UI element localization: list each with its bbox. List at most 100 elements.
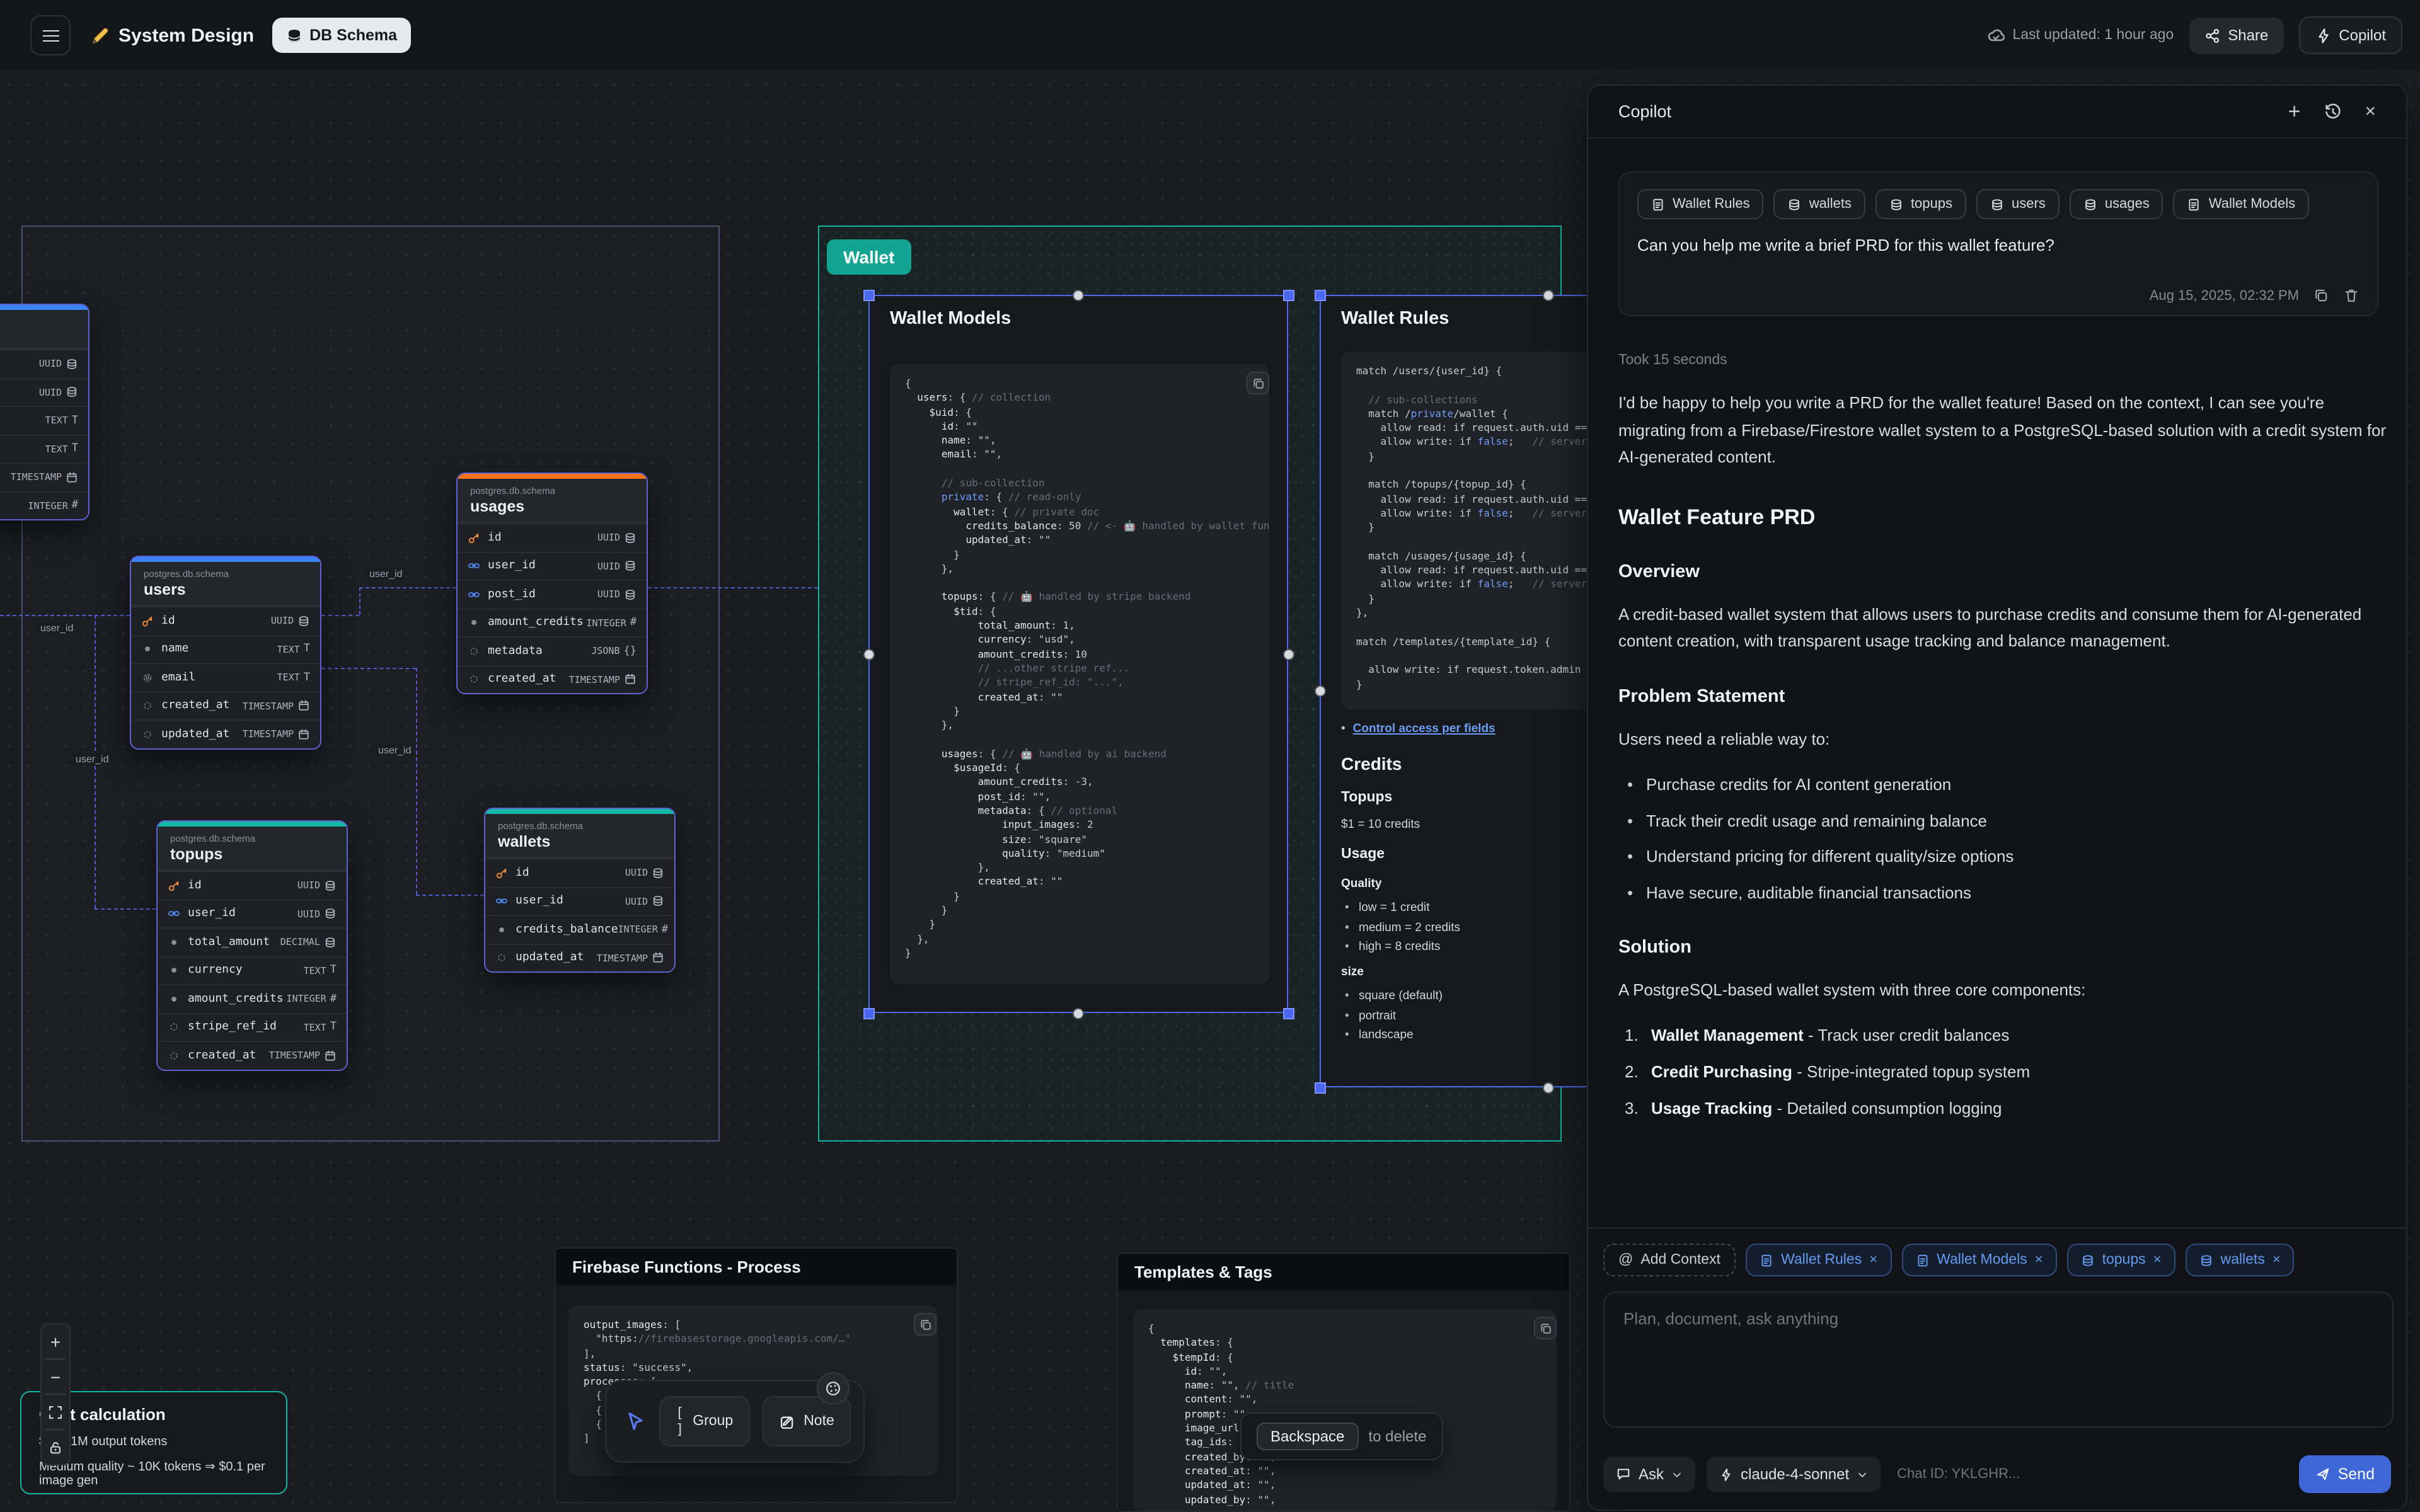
table-usages[interactable]: postgres.db.schema usages id UUID user_i…	[456, 472, 648, 694]
tab-db-schema[interactable]: DB Schema	[272, 18, 411, 53]
table-row[interactable]: created_at TIMESTAMP	[131, 691, 320, 719]
table-row[interactable]: created_at TIMESTAMP	[458, 665, 647, 693]
selection-handle[interactable]	[1542, 289, 1553, 301]
table-row[interactable]: user_id UUID	[158, 899, 347, 927]
table-row[interactable]: UUID	[0, 349, 88, 377]
send-button[interactable]: Send	[2299, 1455, 2391, 1493]
table-row[interactable]: post_id UUID	[458, 580, 647, 608]
context-chip[interactable]: topups×	[2067, 1244, 2175, 1276]
table-row[interactable]: TIMESTAMP	[0, 462, 88, 491]
table-wallets[interactable]: postgres.db.schema wallets id UUID user_…	[484, 808, 676, 973]
copy-icon[interactable]	[1247, 372, 1269, 394]
table-row[interactable]: user_id UUID	[485, 886, 674, 915]
copy-icon[interactable]	[2313, 287, 2329, 304]
selection-handle[interactable]	[1314, 685, 1325, 696]
table-users[interactable]: postgres.db.schema users id UUID name TE…	[130, 556, 321, 749]
trash-icon[interactable]	[2343, 287, 2360, 304]
relation-label: user_id	[367, 568, 405, 580]
table-row[interactable]: amount_credits INTEGER#	[458, 608, 647, 636]
table-row[interactable]: credits_balance INTEGER#	[485, 915, 674, 943]
wallet-models-code[interactable]: { users: { // collection $uid: { id: "" …	[890, 364, 1269, 984]
table-row[interactable]: currency TEXTT	[158, 956, 347, 984]
table-row[interactable]: updated_at TIMESTAMP	[131, 719, 320, 748]
table-header[interactable]: postgres.db.schema users	[131, 562, 320, 606]
remove-chip-icon[interactable]: ×	[1869, 1252, 1877, 1268]
context-chip[interactable]: users	[1976, 189, 2060, 219]
table-topups[interactable]: postgres.db.schema topups id UUID user_i…	[156, 820, 348, 1070]
context-chip[interactable]: wallets×	[2186, 1244, 2295, 1276]
remove-chip-icon[interactable]: ×	[2273, 1252, 2281, 1268]
table-row[interactable]: user_id UUID	[458, 551, 647, 580]
lock-button[interactable]	[40, 1430, 71, 1464]
close-icon[interactable]: ×	[2365, 102, 2376, 121]
model-dropdown[interactable]: claude-4-sonnet	[1707, 1457, 1881, 1492]
zoom-in-button[interactable]: +	[40, 1324, 71, 1358]
table-row[interactable]: id UUID	[158, 871, 347, 899]
table-header[interactable]: postgres.db.schema wallets	[485, 814, 674, 858]
table-row[interactable]: id UUID	[485, 858, 674, 886]
copilot-toggle-button[interactable]: Copilot	[2298, 16, 2402, 54]
selection-handle[interactable]	[1314, 1082, 1325, 1093]
context-chip[interactable]: topups	[1876, 189, 1966, 219]
copy-icon[interactable]	[914, 1313, 936, 1336]
context-chip[interactable]: wallets	[1774, 189, 1865, 219]
odot-icon	[141, 700, 154, 713]
selection-handle[interactable]	[1542, 1082, 1553, 1093]
table-row[interactable]: TEXTT	[0, 434, 88, 462]
selection-handle[interactable]	[1282, 289, 1294, 301]
palette-button[interactable]	[817, 1372, 850, 1405]
table-header[interactable]: postgres.db.schema topups	[158, 827, 347, 871]
group-button[interactable]: [ ] Group	[659, 1396, 749, 1446]
templates-code[interactable]: { templates: { $tempId: { id: "", name: …	[1133, 1309, 1557, 1511]
context-chip[interactable]: Wallet Models×	[1901, 1244, 2056, 1276]
menu-button[interactable]	[30, 15, 71, 55]
table-row[interactable]: email TEXTT	[131, 663, 320, 691]
context-chip[interactable]: Wallet Rules×	[1746, 1244, 1891, 1276]
new-chat-button[interactable]: +	[2288, 101, 2301, 122]
selection-handle[interactable]	[1072, 1007, 1083, 1019]
table-row[interactable]: INTEGER#	[0, 491, 88, 519]
context-chip[interactable]: usages	[2070, 189, 2164, 219]
share-button[interactable]: Share	[2189, 17, 2283, 54]
table-row[interactable]: total_amount DECIMAL	[158, 927, 347, 956]
selection-handle[interactable]	[863, 1007, 874, 1019]
code-line: created_at: "",	[1148, 1464, 1541, 1479]
select-tool-icon[interactable]	[624, 1410, 647, 1433]
table-row[interactable]: stripe_ref_id TEXTT	[158, 1012, 347, 1041]
selection-handle[interactable]	[1072, 289, 1083, 301]
context-chip[interactable]: Wallet Models	[2174, 189, 2309, 219]
remove-chip-icon[interactable]: ×	[2035, 1252, 2043, 1268]
copy-icon[interactable]	[1534, 1317, 1557, 1339]
selection-handle[interactable]	[1314, 289, 1325, 301]
fit-view-button[interactable]	[40, 1395, 71, 1429]
selection-handle[interactable]	[863, 289, 874, 301]
link-icon	[168, 908, 180, 920]
table-row[interactable]: id UUID	[131, 606, 320, 634]
remove-chip-icon[interactable]: ×	[2153, 1252, 2162, 1268]
table-row[interactable]: id UUID	[458, 523, 647, 551]
templates-tags-panel[interactable]: Templates & Tags { templates: { $tempId:…	[1117, 1252, 1570, 1512]
selection-handle[interactable]	[1282, 648, 1294, 660]
table-row[interactable]: created_at TIMESTAMP	[158, 1041, 347, 1069]
chat-input[interactable]	[1603, 1292, 2394, 1428]
firebase-functions-panel[interactable]: Firebase Functions - Process output_imag…	[555, 1247, 958, 1503]
wallet-group-label[interactable]: Wallet	[827, 239, 911, 275]
mode-dropdown[interactable]: Ask	[1603, 1457, 1695, 1492]
table-header[interactable]: postgres.db.schema usages	[458, 479, 647, 523]
selection-handle[interactable]	[863, 648, 874, 660]
table-row[interactable]: updated_at TIMESTAMP	[485, 943, 674, 971]
table-row[interactable]: TEXTT	[0, 406, 88, 434]
add-context-button[interactable]: @ Add Context	[1603, 1244, 1736, 1276]
table-clipped[interactable]: UUID UUID TEXTT TEXTT TIMESTAMP INTEGER#	[0, 304, 89, 520]
zoom-out-button[interactable]: −	[40, 1360, 71, 1394]
wallet-models-card[interactable]: Wallet Models { users: { // collection $…	[868, 295, 1288, 1013]
table-row[interactable]: metadata JSONB{}	[458, 636, 647, 665]
history-icon[interactable]	[2323, 102, 2342, 121]
table-row[interactable]: amount_credits INTEGER#	[158, 984, 347, 1012]
control-access-link[interactable]: Control access per fields	[1353, 722, 1495, 736]
table-row[interactable]: name TEXTT	[131, 634, 320, 663]
table-row[interactable]: UUID	[0, 377, 88, 406]
context-chip[interactable]: Wallet Rules	[1637, 189, 1764, 219]
document-icon	[1760, 1253, 1773, 1267]
selection-handle[interactable]	[1282, 1007, 1294, 1019]
